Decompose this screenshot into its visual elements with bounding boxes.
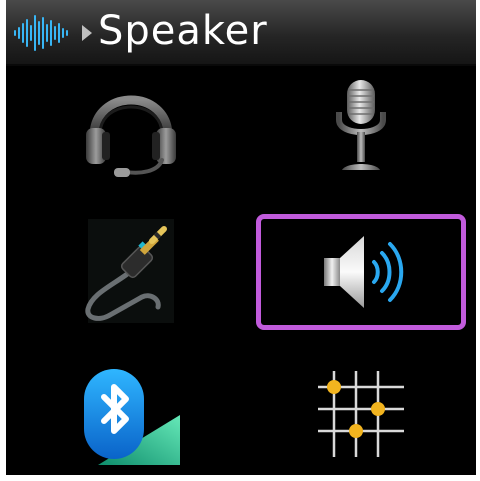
title-bar: Speaker xyxy=(6,0,476,66)
tile-speaker[interactable] xyxy=(256,214,466,330)
audio-jack-icon xyxy=(85,219,174,323)
audio-output-grid xyxy=(6,66,476,475)
tile-headset[interactable] xyxy=(26,71,236,187)
tile-audio-jack[interactable] xyxy=(26,214,236,330)
bluetooth-icon xyxy=(84,369,180,465)
page-title: Speaker xyxy=(98,8,268,54)
speaker-icon xyxy=(324,236,404,308)
audio-waveform-icon xyxy=(14,15,68,51)
chevron-right-icon xyxy=(82,25,92,41)
tile-equalizer[interactable] xyxy=(256,356,466,472)
tile-bluetooth[interactable] xyxy=(26,356,236,472)
microphone-icon xyxy=(336,80,386,170)
audio-output-screen: Speaker xyxy=(6,0,476,475)
headset-icon xyxy=(86,95,176,177)
grid-nodes-icon xyxy=(318,371,404,457)
tile-microphone[interactable] xyxy=(256,71,466,187)
